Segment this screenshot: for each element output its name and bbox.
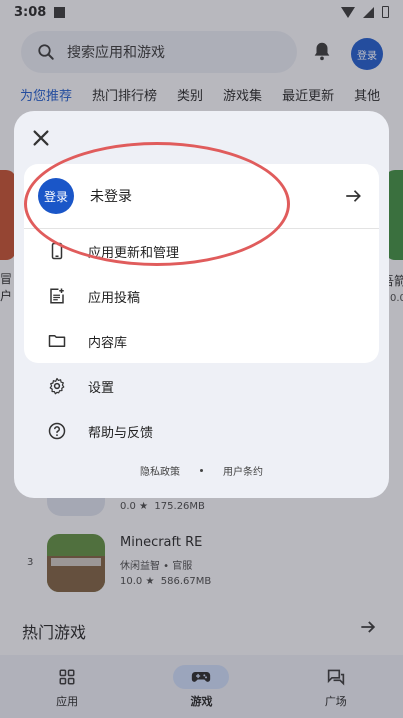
phone-icon — [51, 242, 63, 260]
menu-app-submit[interactable]: 应用投稿 — [24, 274, 379, 318]
menu-app-updates-label: 应用更新和管理 — [88, 245, 180, 261]
menu-library-label: 内容库 — [88, 335, 128, 351]
menu-library[interactable]: 内容库 — [24, 319, 379, 363]
user-terms-link[interactable]: 用户条约 — [223, 463, 263, 478]
close-icon[interactable] — [30, 127, 52, 149]
menu-app-submit-label: 应用投稿 — [88, 290, 141, 306]
account-row[interactable]: 登录 未登录 — [24, 164, 379, 228]
privacy-policy-link[interactable]: 隐私政策 — [140, 463, 180, 478]
separator-dot — [200, 469, 203, 472]
menu-help-feedback[interactable]: 帮助与反馈 — [24, 409, 379, 453]
menu-app-updates[interactable]: 应用更新和管理 — [24, 229, 379, 273]
account-status: 未登录 — [90, 189, 132, 205]
account-avatar: 登录 — [38, 178, 74, 214]
account-menu-dialog: 登录 未登录 应用更新和管理 应用投稿 内容库 设置 帮助与反馈 隐私政策 用户… — [14, 111, 389, 498]
settings-icon — [49, 377, 65, 395]
menu-settings-label: 设置 — [88, 380, 115, 396]
account-card: 登录 未登录 应用更新和管理 应用投稿 内容库 — [24, 164, 379, 363]
post-add-icon — [50, 288, 64, 304]
help-icon — [48, 422, 66, 440]
dialog-footer: 隐私政策 用户条约 — [14, 463, 389, 478]
folder-icon — [48, 335, 66, 347]
arrow-right-icon — [346, 190, 361, 202]
menu-help-feedback-label: 帮助与反馈 — [88, 425, 154, 441]
menu-settings[interactable]: 设置 — [24, 364, 379, 408]
